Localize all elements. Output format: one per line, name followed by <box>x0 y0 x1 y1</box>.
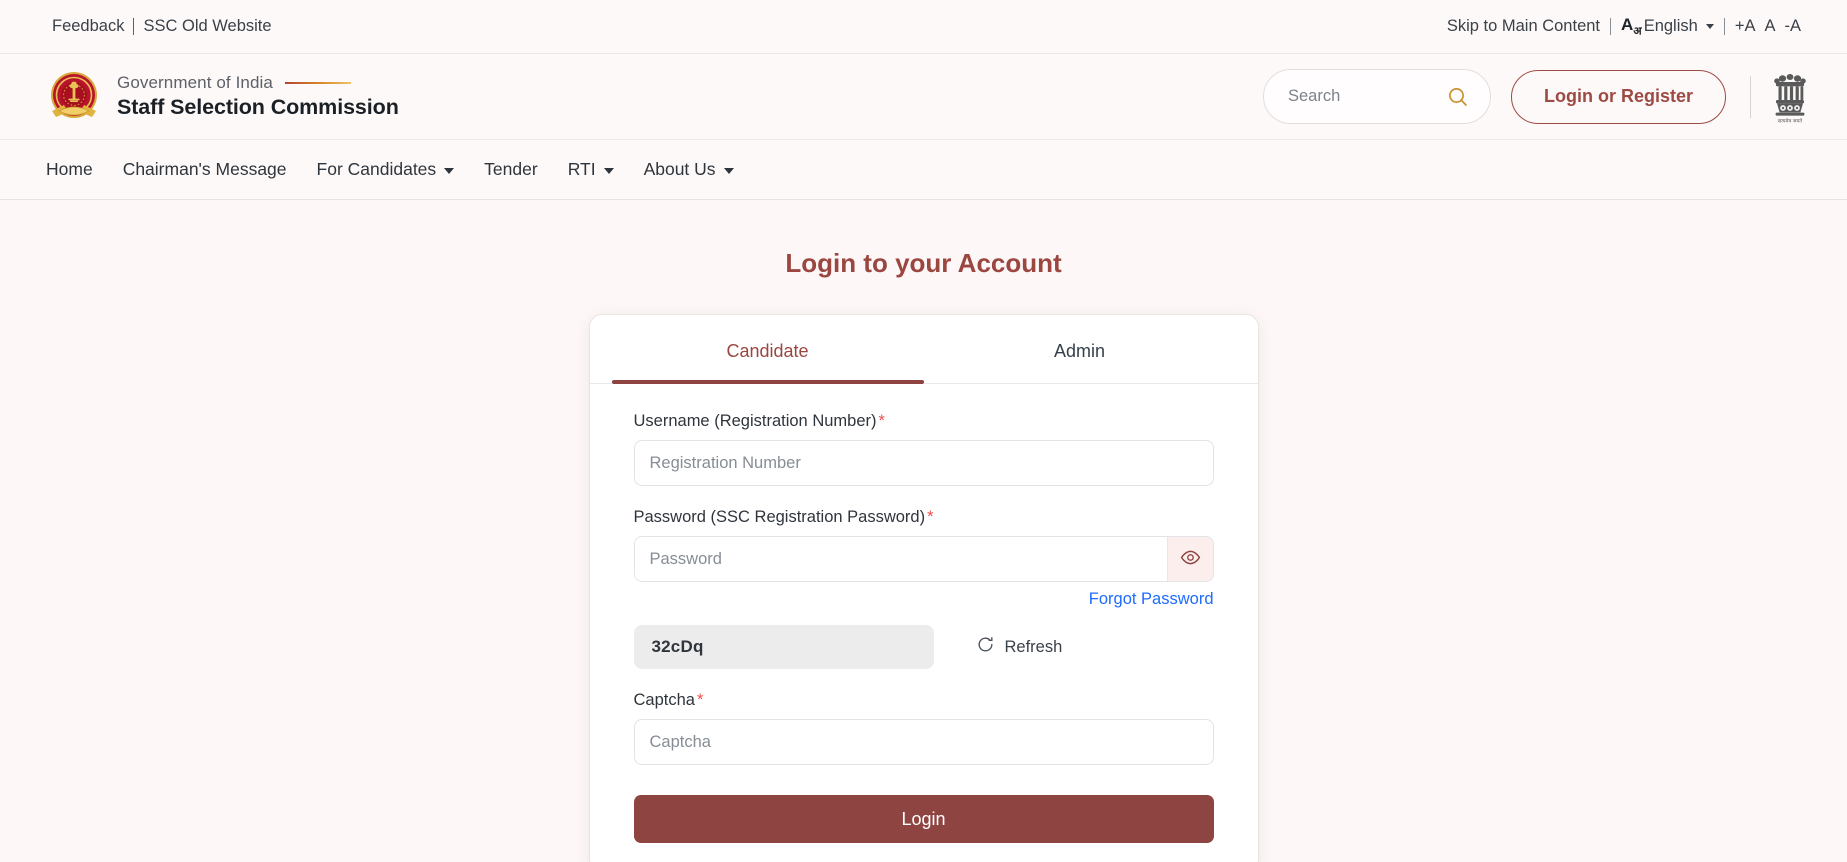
chevron-down-icon <box>603 168 614 174</box>
refresh-icon <box>976 635 995 659</box>
chevron-down-icon <box>1705 23 1714 29</box>
main-content: Login to your Account Candidate Admin Us… <box>0 200 1847 862</box>
nav-item-for-candidates[interactable]: For Candidates <box>302 159 470 180</box>
captcha-label: Captcha * <box>634 691 1214 710</box>
national-emblem-icon: सत्यमेव जयते <box>1771 68 1809 126</box>
feedback-link[interactable]: Feedback <box>52 17 124 36</box>
ssc-logo-icon <box>46 69 102 125</box>
tab-label: Admin <box>1053 341 1106 361</box>
nav-item-label: Tender <box>484 159 538 179</box>
password-field-group: Password (SSC Registration Password) * F… <box>633 508 1214 609</box>
nav-item-label: About Us <box>643 159 716 179</box>
main-navigation: Home Chairman's Message For Candidates T… <box>0 140 1847 200</box>
brand-rule-divider <box>284 82 351 84</box>
emblem-motto: सत्यमेव जयते <box>1778 117 1802 124</box>
tab-candidate[interactable]: Candidate <box>611 315 924 384</box>
login-form: Username (Registration Number)* Password… <box>612 384 1236 843</box>
login-button[interactable]: Login <box>633 795 1214 843</box>
nav-item-rti[interactable]: RTI <box>553 159 629 180</box>
refresh-label: Refresh <box>1004 637 1063 656</box>
language-selector[interactable]: Aअ English <box>1621 16 1714 37</box>
search-icon[interactable] <box>1446 85 1470 109</box>
search-input[interactable] <box>1287 87 1436 106</box>
password-label-text: Password (SSC Registration Password) <box>633 508 926 526</box>
nav-item-label: For Candidates <box>316 159 437 179</box>
refresh-captcha-button[interactable]: Refresh <box>976 635 1063 659</box>
utility-bar: Feedback SSC Old Website Skip to Main Co… <box>0 0 1847 54</box>
brand-text: Government of India Staff Selection Comm… <box>117 73 399 120</box>
password-input[interactable] <box>634 537 1167 581</box>
login-tabs: Candidate Admin <box>589 315 1258 384</box>
language-icon-devanagari: अ <box>1633 25 1642 38</box>
username-label-text: Username (Registration Number) <box>633 412 877 430</box>
site-header: Government of India Staff Selection Comm… <box>0 54 1847 140</box>
skip-to-main-content-link[interactable]: Skip to Main Content <box>1447 17 1600 36</box>
captcha-label-text: Captcha <box>633 691 695 709</box>
nav-item-label: Chairman's Message <box>122 159 287 179</box>
language-icon-latin: A <box>1621 14 1634 34</box>
header-divider <box>1750 75 1751 118</box>
required-asterisk: * <box>696 691 704 709</box>
utility-bar-left: Feedback SSC Old Website <box>52 17 272 36</box>
font-size-controls: +A A -A <box>1735 17 1801 36</box>
header-right: Login or Register <box>1262 68 1809 126</box>
page-title: Login to your Account <box>785 248 1062 278</box>
chevron-down-icon <box>444 168 455 174</box>
forgot-password-link[interactable]: Forgot Password <box>1089 590 1214 609</box>
language-label: English <box>1643 16 1698 35</box>
nav-item-tender[interactable]: Tender <box>469 159 553 180</box>
required-asterisk: * <box>878 412 885 430</box>
tab-admin[interactable]: Admin <box>924 315 1236 383</box>
password-label: Password (SSC Registration Password) * <box>634 508 1214 527</box>
nav-item-home[interactable]: Home <box>46 159 108 180</box>
government-of-india-label: Government of India <box>117 73 273 92</box>
government-line: Government of India <box>117 73 399 93</box>
search-box[interactable] <box>1262 69 1491 124</box>
organization-name: Staff Selection Commission <box>117 95 399 119</box>
password-input-wrapper <box>633 536 1214 582</box>
captcha-row: 32cDq Refresh <box>633 625 1214 669</box>
font-increase-button[interactable]: +A <box>1735 17 1756 36</box>
utility-bar-right: Skip to Main Content Aअ English +A A -A <box>1447 16 1801 37</box>
login-card: Candidate Admin Username (Registration N… <box>589 315 1258 862</box>
utility-divider <box>1723 17 1725 35</box>
required-asterisk: * <box>927 508 934 526</box>
utility-divider <box>1610 17 1612 35</box>
captcha-image: 32cDq <box>633 625 934 669</box>
utility-divider <box>133 18 135 35</box>
nav-item-about-us[interactable]: About Us <box>629 159 749 180</box>
captcha-input[interactable] <box>633 719 1214 765</box>
ssc-old-website-link[interactable]: SSC Old Website <box>143 17 271 36</box>
language-icon: Aअ <box>1621 16 1643 37</box>
captcha-field-group: Captcha * <box>633 691 1214 765</box>
nav-item-label: RTI <box>567 159 596 179</box>
tab-label: Candidate <box>726 341 809 361</box>
font-decrease-button[interactable]: -A <box>1785 17 1802 36</box>
username-input[interactable] <box>633 440 1214 486</box>
toggle-password-visibility-button[interactable] <box>1166 537 1213 581</box>
login-or-register-button[interactable]: Login or Register <box>1510 69 1726 124</box>
eye-icon <box>1180 547 1201 571</box>
brand[interactable]: Government of India Staff Selection Comm… <box>46 69 399 125</box>
nav-item-label: Home <box>46 159 93 179</box>
forgot-password-row: Forgot Password <box>634 590 1214 609</box>
username-label: Username (Registration Number) * <box>634 412 1214 431</box>
nav-item-chairmans-message[interactable]: Chairman's Message <box>108 159 302 180</box>
font-normal-button[interactable]: A <box>1764 17 1775 36</box>
username-field-group: Username (Registration Number) * <box>633 412 1214 486</box>
chevron-down-icon <box>723 168 734 174</box>
